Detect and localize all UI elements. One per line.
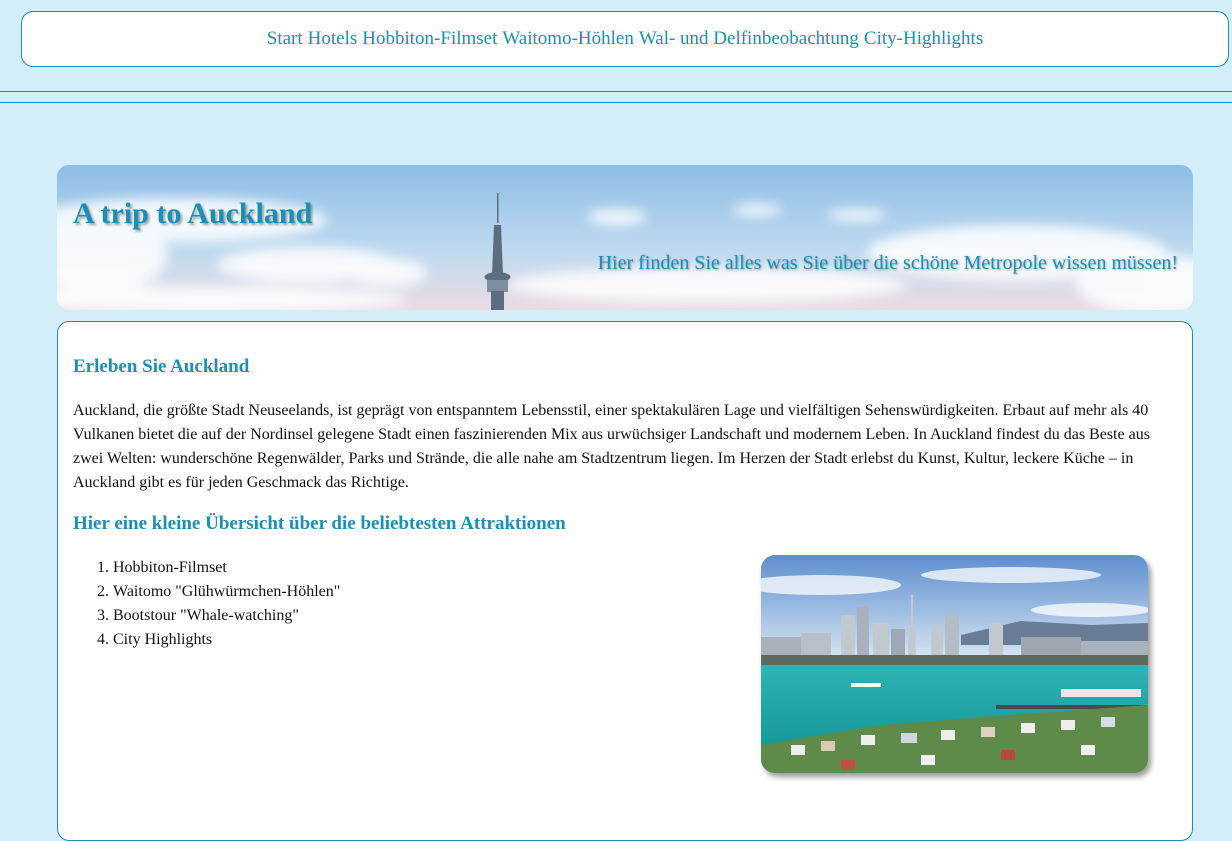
nav-link-hotels[interactable]: Hotels [308, 28, 358, 50]
nav-link-whale-watching[interactable]: Wal- und Delfinbeobachtung [639, 28, 859, 50]
nav-link-city-highlights[interactable]: City-Highlights [864, 28, 983, 50]
header-divider [0, 102, 1232, 103]
list-item: Waitomo "Glühwürmchen-Höhlen" [113, 580, 340, 604]
list-item: Bootstour "Whale-watching" [113, 604, 340, 628]
section-heading-attractions: Hier eine kleine Übersicht über die beli… [73, 513, 566, 534]
main-navigation: Start Hotels Hobbiton-Filmset Waitomo-Hö… [21, 11, 1229, 67]
intro-paragraph: Auckland, die größte Stadt Neuseelands, … [73, 402, 1150, 491]
hero-banner: A trip to Auckland Hier finden Sie alles… [57, 165, 1193, 310]
nav-link-start[interactable]: Start [267, 28, 303, 50]
auckland-skyline-photo [761, 555, 1148, 773]
site-title: A trip to Auckland [73, 197, 313, 230]
main-content-card: Erleben Sie Auckland Auckland, die größt… [57, 321, 1193, 841]
nav-link-waitomo[interactable]: Waitomo-Höhlen [502, 28, 633, 50]
sky-tower-banner-image [57, 165, 1193, 310]
list-item: City Highlights [113, 628, 340, 652]
section-heading-experience: Erleben Sie Auckland [73, 356, 250, 377]
attractions-list: Hobbiton-Filmset Waitomo "Glühwürmchen-H… [73, 556, 340, 652]
skyline-image [761, 555, 1148, 773]
list-item: Hobbiton-Filmset [113, 556, 340, 580]
site-subtitle: Hier finden Sie alles was Sie über die s… [597, 252, 1178, 274]
nav-link-hobbiton[interactable]: Hobbiton-Filmset [362, 28, 497, 50]
